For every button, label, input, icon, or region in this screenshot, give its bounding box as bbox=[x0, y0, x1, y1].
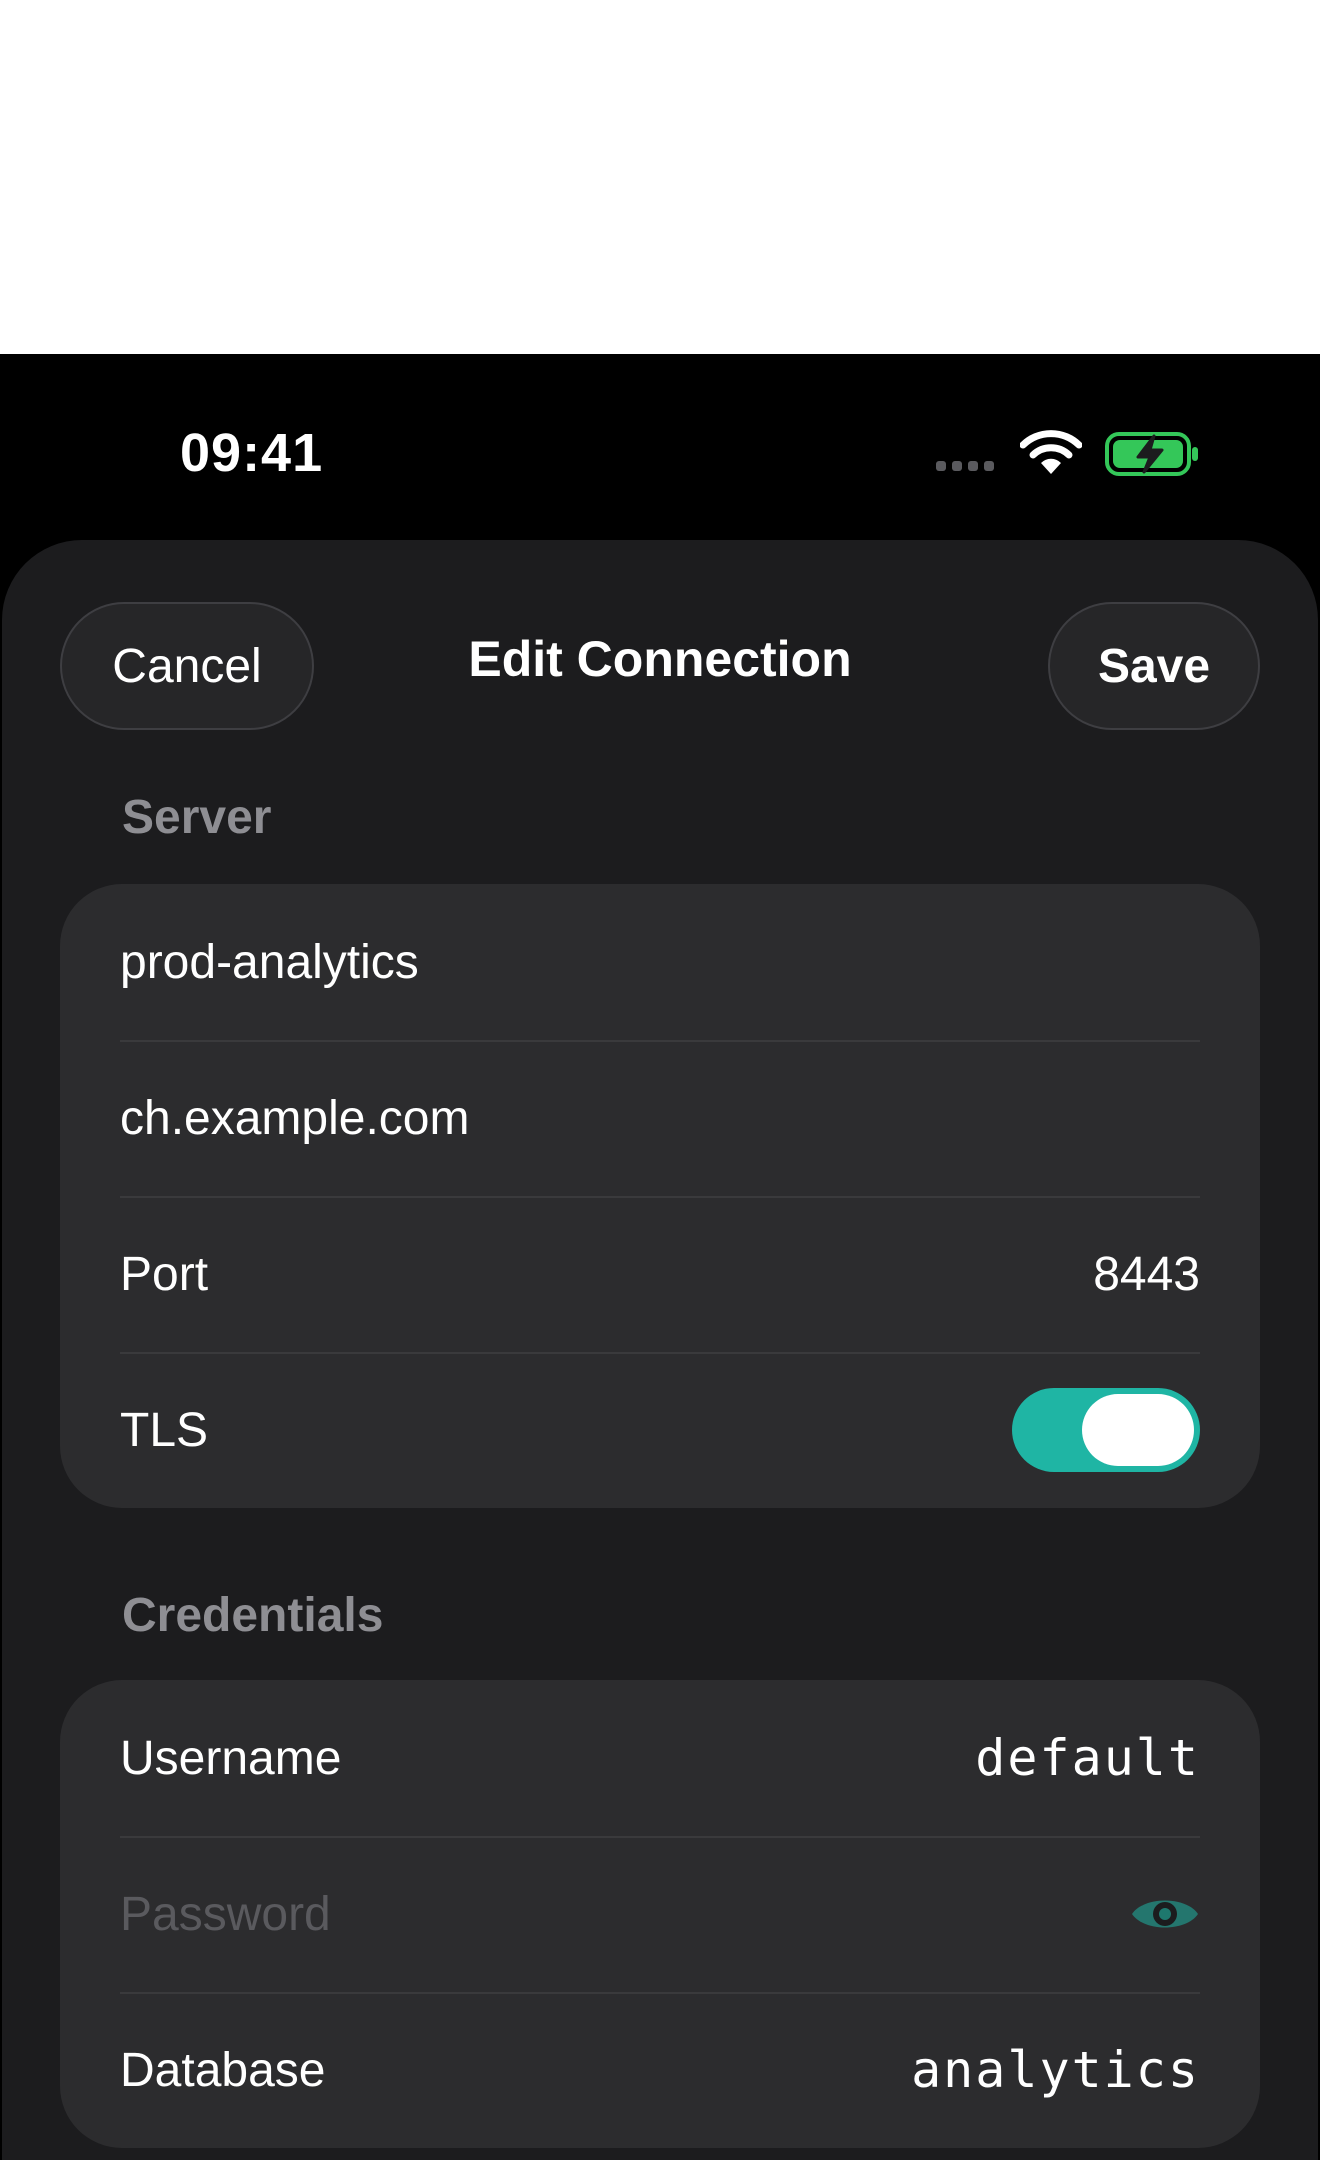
save-button[interactable]: Save bbox=[1048, 602, 1260, 730]
app-screen: 09:41 Cancel Edit Connection Save Server… bbox=[0, 354, 1320, 2160]
connection-name-field[interactable]: prod-analytics bbox=[120, 935, 1200, 990]
server-group: prod-analytics ch.example.com Port 8443 … bbox=[60, 884, 1260, 1508]
wifi-icon bbox=[1020, 430, 1082, 474]
edit-connection-sheet: Cancel Edit Connection Save Server prod-… bbox=[2, 540, 1318, 2160]
port-field[interactable]: 8443 bbox=[1093, 1247, 1200, 1302]
port-row[interactable]: Port 8443 bbox=[60, 1196, 1260, 1352]
database-row[interactable]: Database analytics bbox=[60, 1992, 1260, 2148]
port-label: Port bbox=[120, 1247, 209, 1301]
tls-row: TLS bbox=[60, 1352, 1260, 1508]
tls-toggle[interactable] bbox=[1012, 1388, 1200, 1472]
username-label: Username bbox=[120, 1731, 342, 1785]
credentials-section-label: Credentials bbox=[122, 1589, 384, 1642]
battery-charging-icon bbox=[1105, 432, 1198, 476]
username-field[interactable]: default bbox=[975, 1729, 1200, 1787]
password-row bbox=[60, 1836, 1260, 1992]
password-input[interactable] bbox=[120, 1886, 1130, 1942]
connection-name-row[interactable]: prod-analytics bbox=[60, 884, 1260, 1040]
status-bar: 09:41 bbox=[0, 354, 1320, 540]
credentials-group: Username default Database analytics bbox=[60, 1680, 1260, 2148]
host-field[interactable]: ch.example.com bbox=[120, 1091, 1200, 1146]
cellular-signal-icon bbox=[936, 458, 1000, 476]
database-field[interactable]: analytics bbox=[911, 2041, 1200, 2099]
status-time: 09:41 bbox=[180, 423, 324, 483]
username-row[interactable]: Username default bbox=[60, 1680, 1260, 1836]
eye-icon[interactable] bbox=[1130, 1892, 1200, 1936]
tls-toggle-knob bbox=[1082, 1394, 1194, 1466]
database-label: Database bbox=[120, 2043, 326, 2097]
host-row[interactable]: ch.example.com bbox=[60, 1040, 1260, 1196]
tls-label: TLS bbox=[120, 1403, 209, 1457]
server-section-label: Server bbox=[122, 791, 272, 844]
